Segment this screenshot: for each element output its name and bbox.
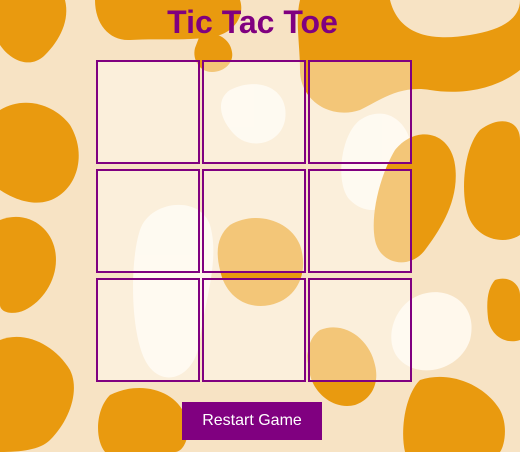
board-cell-8[interactable] bbox=[202, 278, 306, 382]
board-cell-2[interactable] bbox=[202, 60, 306, 164]
game-title: Tic Tac Toe bbox=[167, 4, 338, 40]
board-cell-1[interactable] bbox=[96, 60, 200, 164]
board-cell-7[interactable] bbox=[96, 278, 200, 382]
game-board bbox=[96, 60, 412, 382]
board-cell-9[interactable] bbox=[308, 278, 412, 382]
board-cell-4[interactable] bbox=[96, 169, 200, 273]
board-cell-5[interactable] bbox=[202, 169, 306, 273]
board-cell-6[interactable] bbox=[308, 169, 412, 273]
board-cell-3[interactable] bbox=[308, 60, 412, 164]
restart-game-button[interactable]: Restart Game bbox=[182, 402, 322, 440]
